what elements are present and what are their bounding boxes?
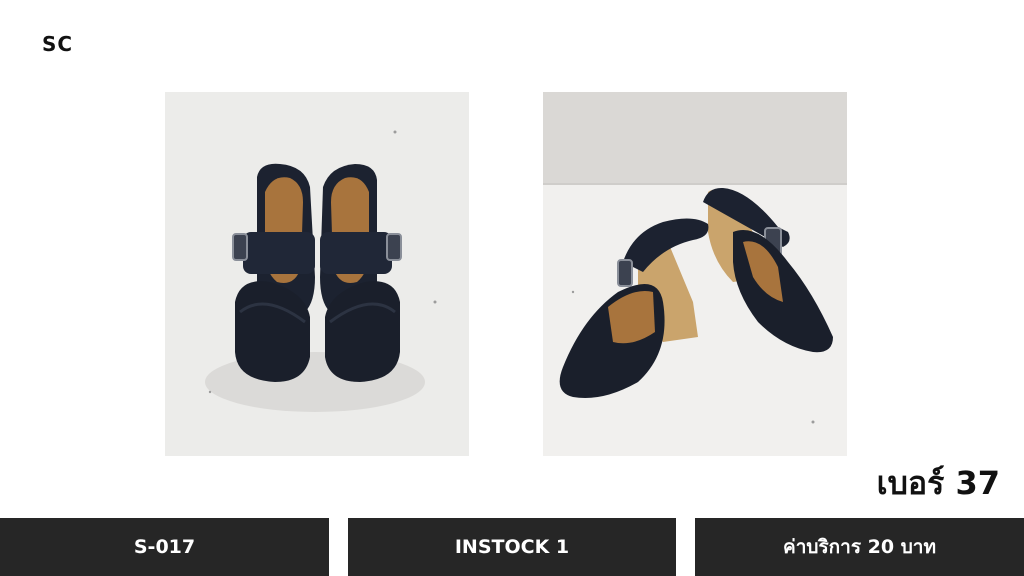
product-code-bar: S-017: [0, 518, 329, 576]
service-fee-bar: ค่าบริการ 20 บาท: [695, 518, 1024, 576]
product-photo-side[interactable]: [543, 92, 847, 456]
product-photo-front[interactable]: [165, 92, 469, 456]
stock-status-bar: INSTOCK 1: [348, 518, 676, 576]
shoe-size-label: เบอร์ 37: [876, 464, 1000, 502]
sandal-pair-front-image: [165, 92, 469, 456]
brand-logo: SC: [42, 32, 74, 56]
product-code: S-017: [133, 536, 196, 558]
service-fee: ค่าบริการ 20 บาท: [783, 536, 936, 558]
sandal-pair-side-image: [543, 92, 847, 456]
stock-status: INSTOCK 1: [454, 536, 570, 558]
